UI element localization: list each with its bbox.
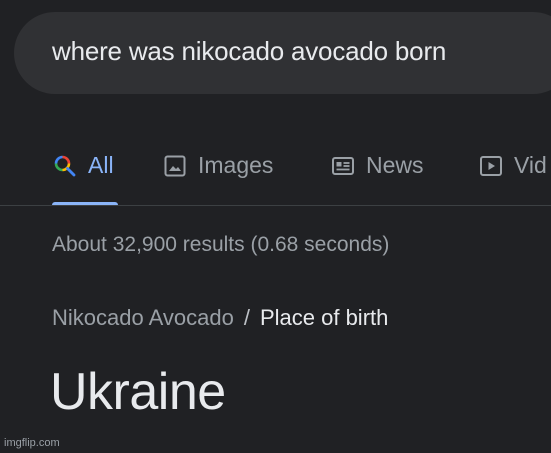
search-box[interactable]: where was nikocado avocado born xyxy=(14,12,551,94)
tab-videos[interactable]: Vid xyxy=(478,152,547,179)
search-input[interactable]: where was nikocado avocado born xyxy=(52,36,446,67)
news-icon xyxy=(330,153,356,179)
tab-label: All xyxy=(88,152,114,178)
search-tabs: All Images News Vid xyxy=(0,138,551,206)
breadcrumb-separator: / xyxy=(243,305,250,330)
breadcrumb: Nikocado Avocado / Place of birth xyxy=(52,305,388,331)
result-stats: About 32,900 results (0.68 seconds) xyxy=(52,233,390,256)
tab-all[interactable]: All xyxy=(52,152,114,179)
featured-answer: Ukraine xyxy=(50,363,226,421)
tab-label: Images xyxy=(198,152,274,178)
breadcrumb-attribute: Place of birth xyxy=(259,305,389,330)
tab-news[interactable]: News xyxy=(330,152,424,179)
tabs-divider xyxy=(0,205,551,206)
search-icon xyxy=(52,153,78,179)
tab-label: Vid xyxy=(514,152,547,178)
image-icon xyxy=(162,153,188,179)
tab-label: News xyxy=(366,152,424,178)
tab-images[interactable]: Images xyxy=(162,152,273,179)
video-icon xyxy=(478,153,504,179)
breadcrumb-entity[interactable]: Nikocado Avocado xyxy=(52,305,234,331)
watermark: imgflip.com xyxy=(4,437,60,449)
